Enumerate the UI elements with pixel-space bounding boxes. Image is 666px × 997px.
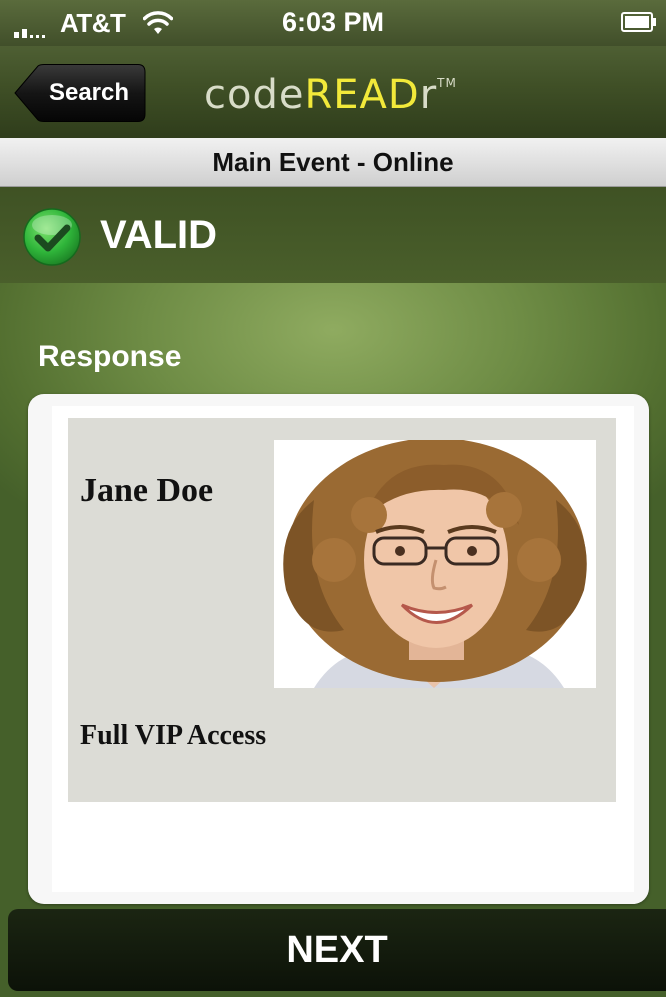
scan-result-bar: VALID <box>0 187 666 283</box>
navigation-bar: Search codeREADrTM <box>0 46 666 138</box>
access-level: Full VIP Access <box>80 720 267 751</box>
event-title: Main Event - Online <box>0 138 666 187</box>
response-label: Response <box>38 340 182 373</box>
logo-suffix: r <box>419 72 438 118</box>
attendee-name: Jane Doe <box>80 472 214 509</box>
logo-highlight: READ <box>304 72 420 118</box>
scan-status-text: VALID <box>100 213 218 257</box>
battery-icon <box>621 12 656 32</box>
back-search-button[interactable]: Search <box>14 64 146 122</box>
avatar <box>274 440 596 688</box>
attendee-badge: Jane Doe Full VIP Access <box>68 418 616 802</box>
app-screen: AT&T 6:03 PM Search codeREADrTM Main Eve… <box>0 0 666 997</box>
attendee-photo <box>274 440 596 688</box>
logo-prefix: code <box>204 72 305 118</box>
response-content: Jane Doe Full VIP Access <box>52 406 634 892</box>
app-logo: codeREADrTM <box>204 72 457 118</box>
logo-trademark: TM <box>437 76 457 90</box>
status-time: 6:03 PM <box>281 7 385 37</box>
next-button[interactable]: NEXT <box>8 909 666 991</box>
status-bar: AT&T 6:03 PM <box>0 0 666 46</box>
check-circle-icon <box>23 208 81 266</box>
response-card: Jane Doe Full VIP Access <box>28 394 649 904</box>
back-button-label: Search <box>48 79 130 106</box>
